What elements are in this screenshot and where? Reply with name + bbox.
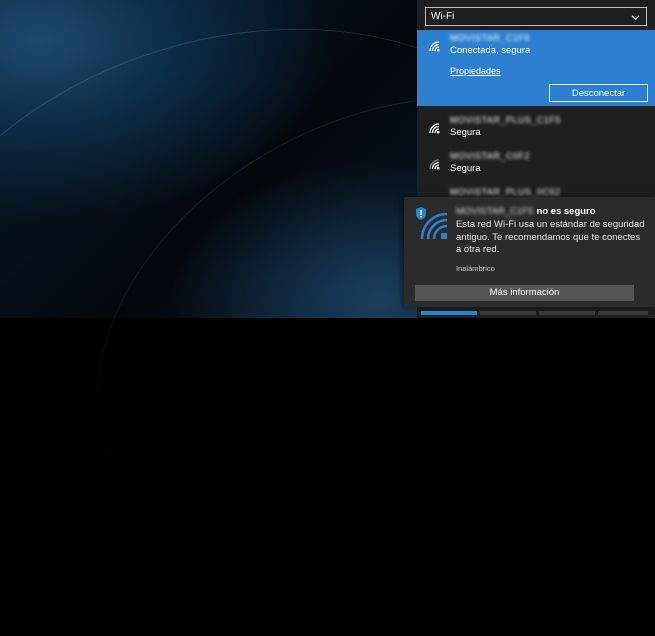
toast-title-suffix: no es seguro xyxy=(536,206,596,217)
network-type-select[interactable]: Wi-Fi xyxy=(425,7,647,26)
quick-action-tile[interactable] xyxy=(480,311,536,315)
network-status: Segura xyxy=(450,163,481,174)
toast-title: MOVISTAR_C1F5 no es seguro xyxy=(456,206,596,217)
more-info-button[interactable]: Más información xyxy=(415,285,634,301)
properties-link[interactable]: Propiedades xyxy=(450,66,501,76)
security-toast-notification[interactable]: MOVISTAR_C1F5 no es seguro Esta red Wi-Fi… xyxy=(404,197,655,307)
active-network-item[interactable]: MOVISTAR_C1F5 Conectada, segura Propieda… xyxy=(417,30,655,106)
toast-network-name: MOVISTAR_C1F5 xyxy=(456,206,534,217)
quick-action-tile[interactable] xyxy=(539,311,595,315)
toast-source: Inalámbrico xyxy=(456,264,495,273)
shield-alert-icon xyxy=(416,207,448,240)
disconnect-button[interactable]: Desconectar xyxy=(549,84,648,102)
wifi-icon xyxy=(429,40,441,52)
chevron-down-icon xyxy=(631,15,640,21)
network-name: MOVISTAR_PLUS_0C52 xyxy=(450,187,561,197)
toast-body: Esta red Wi-Fi usa un estándar de seguri… xyxy=(456,219,645,255)
network-list-item[interactable]: MOVISTAR_C0F2 Segura xyxy=(417,148,655,182)
network-name: MOVISTAR_C0F2 xyxy=(450,151,530,161)
network-status: Segura xyxy=(450,127,481,138)
network-list-item[interactable]: MOVISTAR_PLUS_C1F5 Segura xyxy=(417,112,655,146)
quick-action-tile[interactable] xyxy=(598,311,648,315)
network-name: MOVISTAR_PLUS_C1F5 xyxy=(450,115,561,125)
network-status: Conectada, segura xyxy=(450,45,531,56)
network-name: MOVISTAR_C1F5 xyxy=(450,33,530,43)
quick-action-tile[interactable] xyxy=(421,311,477,315)
network-type-value: Wi-Fi xyxy=(431,11,455,22)
wifi-icon xyxy=(429,159,440,170)
wifi-icon xyxy=(429,123,440,134)
